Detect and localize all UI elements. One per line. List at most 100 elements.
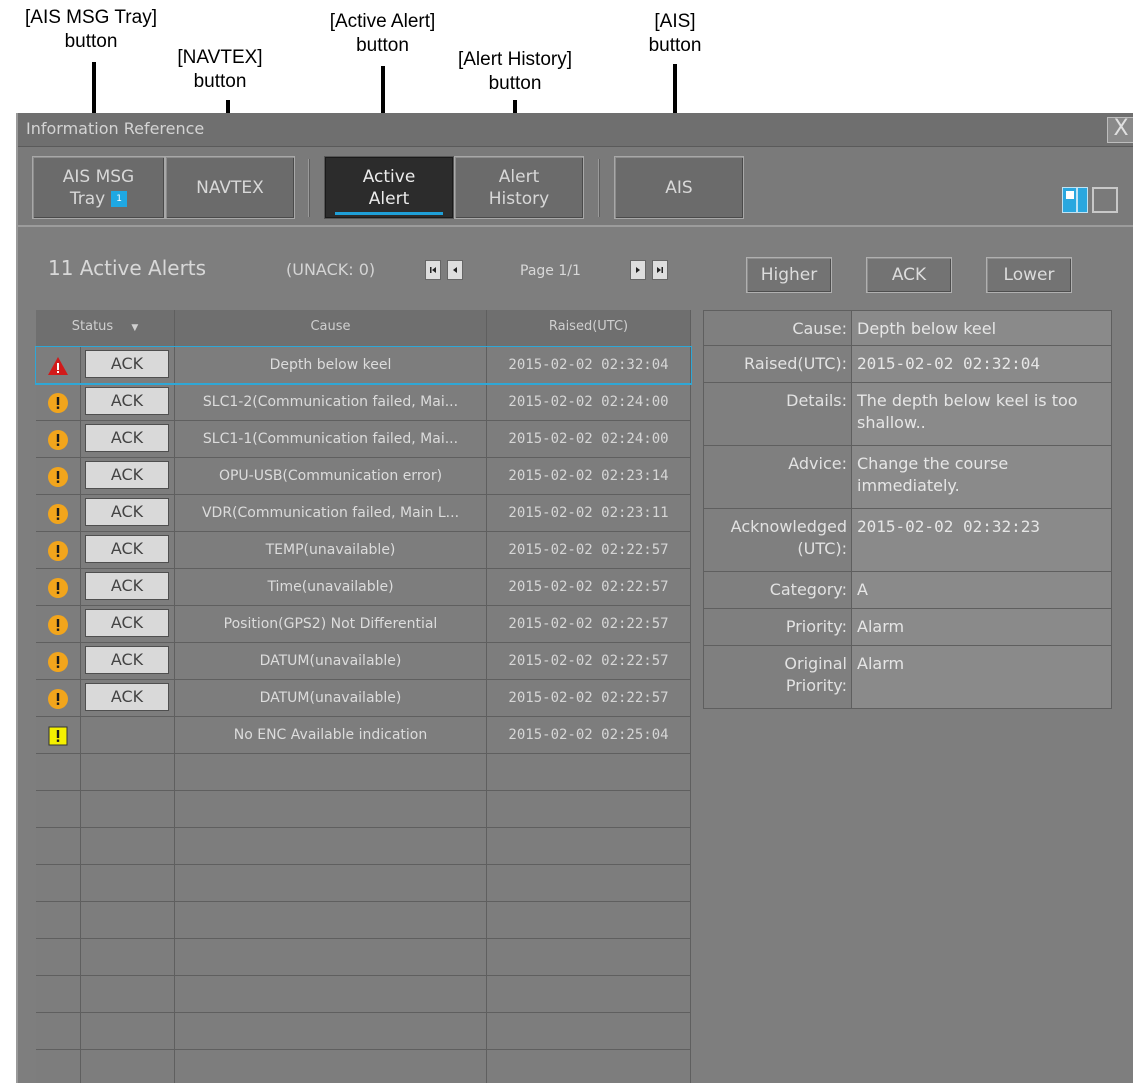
warning-circle-icon [47, 429, 69, 451]
row-ack-button[interactable]: ACK [85, 350, 169, 378]
table-row[interactable]: ACK OPU-USB(Communication error) 2015-02-0… [36, 458, 691, 495]
raised-cell [487, 902, 691, 938]
first-page-icon [430, 267, 436, 273]
status-icon-cell [36, 902, 81, 938]
table-row[interactable]: ACK VDR(Communication failed, Main L... 20… [36, 495, 691, 532]
row-ack-button[interactable]: ACK [85, 646, 169, 674]
raised-cell [487, 1013, 691, 1049]
table-row[interactable]: ACK DATUM(unavailable) 2015-02-02 02:22:57 [36, 643, 691, 680]
row-ack-button[interactable]: ACK [85, 387, 169, 415]
active-alerts-count: 11 Active Alerts [48, 256, 207, 280]
active-alert-button[interactable]: Active Alert [324, 156, 454, 219]
button-label: Alert [498, 166, 540, 187]
empty-table-row [36, 902, 691, 939]
detail-row-priority: Priority: Alarm [703, 609, 1112, 646]
table-row[interactable]: ACK Time(unavailable) 2015-02-02 02:22:57 [36, 569, 691, 606]
unread-count-badge: 1 [111, 190, 128, 207]
raised-cell: 2015-02-02 02:22:57 [487, 532, 691, 568]
table-row[interactable]: ACK Position(GPS2) Not Differential 2015-0… [36, 606, 691, 643]
raised-cell [487, 791, 691, 827]
status-icon-cell [36, 495, 81, 531]
warning-circle-icon [47, 503, 69, 525]
table-row[interactable]: ACK DATUM(unavailable) 2015-02-02 02:22:57 [36, 680, 691, 717]
raised-cell [487, 1050, 691, 1083]
detail-row-raised: Raised(UTC): 2015-02-02 02:32:04 [703, 346, 1112, 383]
raised-cell: 2015-02-02 02:25:04 [487, 717, 691, 753]
raised-cell [487, 828, 691, 864]
raised-cell [487, 939, 691, 975]
status-icon-cell [36, 680, 81, 716]
table-row[interactable]: ACK Depth below keel 2015-02-02 02:32:04 [35, 346, 692, 385]
alert-detail-panel: Cause: Depth below keel Raised(UTC): 201… [703, 310, 1112, 709]
toolbar-separator [598, 159, 600, 217]
cause-cell: DATUM(unavailable) [175, 680, 487, 716]
ack-all-button[interactable]: ACK [866, 257, 952, 293]
single-layout-icon[interactable] [1092, 187, 1118, 213]
previous-page-button[interactable] [447, 260, 463, 280]
last-page-button[interactable] [652, 260, 668, 280]
ack-cell: ACK [81, 384, 175, 420]
detail-value: 2015-02-02 02:32:23 [857, 517, 1041, 536]
callout-text: button [488, 73, 542, 94]
row-ack-button[interactable]: ACK [85, 461, 169, 489]
row-ack-button[interactable]: ACK [85, 424, 169, 452]
detail-row-acknowledged: Acknowledged (UTC): 2015-02-02 02:32:23 [703, 509, 1112, 572]
detail-label: Cause: [704, 311, 852, 345]
warning-circle-icon [47, 688, 69, 710]
ack-cell: ACK [81, 606, 175, 642]
row-ack-button[interactable]: ACK [85, 498, 169, 526]
alert-rows: ACK Depth below keel 2015-02-02 02:32:04 AC… [35, 346, 692, 1083]
cause-column-header[interactable]: Cause [175, 310, 487, 346]
row-ack-button[interactable]: ACK [85, 572, 169, 600]
ack-cell [81, 717, 175, 753]
detail-value: The depth below keel is too shallow.. [857, 391, 1078, 432]
raised-cell: 2015-02-02 02:23:11 [487, 495, 691, 531]
ack-cell [81, 1013, 175, 1049]
cause-cell: TEMP(unavailable) [175, 532, 487, 568]
callout-alert-history: [Alert History] button [430, 48, 600, 96]
detail-row-category: Category: A [703, 572, 1112, 609]
ack-cell: ACK [81, 458, 175, 494]
status-icon-cell [36, 347, 81, 383]
window-title: Information Reference [26, 119, 205, 138]
cause-cell: OPU-USB(Communication error) [175, 458, 487, 494]
detail-value: Alarm [857, 654, 905, 673]
caution-square-icon [47, 725, 69, 747]
warning-circle-icon [47, 540, 69, 562]
ais-button[interactable]: AIS [614, 156, 744, 219]
row-ack-button[interactable]: ACK [85, 609, 169, 637]
previous-page-icon [453, 267, 457, 273]
button-label: AIS MSG [62, 166, 135, 187]
table-row[interactable]: ACK TEMP(unavailable) 2015-02-02 02:22:57 [36, 532, 691, 569]
close-button[interactable]: X [1107, 117, 1133, 143]
table-row[interactable]: No ENC Available indication 2015-02-02 02… [36, 717, 691, 754]
detail-label: Advice: [704, 446, 852, 508]
status-icon-cell [36, 421, 81, 457]
table-row[interactable]: ACK SLC1-1(Communication failed, Mai... 20… [36, 421, 691, 458]
ack-cell [81, 791, 175, 827]
ack-cell [81, 902, 175, 938]
table-row[interactable]: ACK SLC1-2(Communication failed, Mai... 20… [36, 384, 691, 421]
row-ack-button[interactable]: ACK [85, 683, 169, 711]
next-page-button[interactable] [630, 260, 646, 280]
raised-cell [487, 976, 691, 1012]
raised-cell: 2015-02-02 02:22:57 [487, 680, 691, 716]
ais-msg-tray-button[interactable]: AIS MSG Tray 1 [32, 156, 165, 219]
raised-cell: 2015-02-02 02:24:00 [487, 421, 691, 457]
cause-cell: VDR(Communication failed, Main L... [175, 495, 487, 531]
first-page-button[interactable] [425, 260, 441, 280]
higher-button[interactable]: Higher [746, 257, 832, 293]
raised-column-header[interactable]: Raised(UTC) [487, 310, 691, 346]
table-header: Status ▼ Cause Raised(UTC) [36, 310, 691, 347]
split-layout-icon[interactable] [1062, 187, 1088, 213]
empty-table-row [36, 1050, 691, 1083]
alert-history-button[interactable]: Alert History [454, 156, 584, 219]
callout-text: [Alert History] [457, 49, 573, 70]
cause-cell: SLC1-1(Communication failed, Mai... [175, 421, 487, 457]
button-label: Tray [69, 188, 106, 209]
row-ack-button[interactable]: ACK [85, 535, 169, 563]
warning-circle-icon [47, 466, 69, 488]
navtex-button[interactable]: NAVTEX [165, 156, 295, 219]
status-column-header[interactable]: Status ▼ [36, 310, 175, 346]
lower-button[interactable]: Lower [986, 257, 1072, 293]
